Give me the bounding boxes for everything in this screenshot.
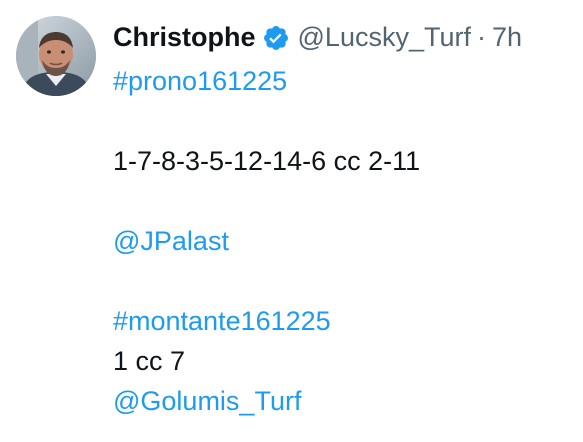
mention-jpalast[interactable]: @JPalast	[113, 226, 229, 256]
hashtag-prono[interactable]: #prono161225	[113, 66, 287, 96]
mention-golumis[interactable]: @Golumis_Turf	[113, 386, 301, 416]
tweet-header: Christophe @Lucsky_Turf · 7h	[113, 17, 522, 57]
montante-pick: 1 cc 7	[113, 346, 186, 376]
tweet-text: #prono161225 1-7-8-3-5-12-14-6 cc 2-11 @…	[113, 61, 573, 421]
avatar-image	[16, 16, 96, 96]
author-handle[interactable]: @Lucsky_Turf	[298, 17, 471, 57]
separator-dot: ·	[476, 22, 486, 52]
hashtag-montante[interactable]: #montante161225	[113, 306, 331, 336]
tweet[interactable]: Christophe @Lucsky_Turf · 7h #prono16122…	[0, 0, 583, 442]
verified-badge-icon[interactable]	[262, 23, 290, 51]
prediction-numbers: 1-7-8-3-5-12-14-6 cc 2-11	[113, 146, 421, 176]
author-name[interactable]: Christophe	[113, 17, 256, 57]
avatar[interactable]	[16, 16, 96, 96]
timestamp[interactable]: 7h	[492, 17, 522, 57]
